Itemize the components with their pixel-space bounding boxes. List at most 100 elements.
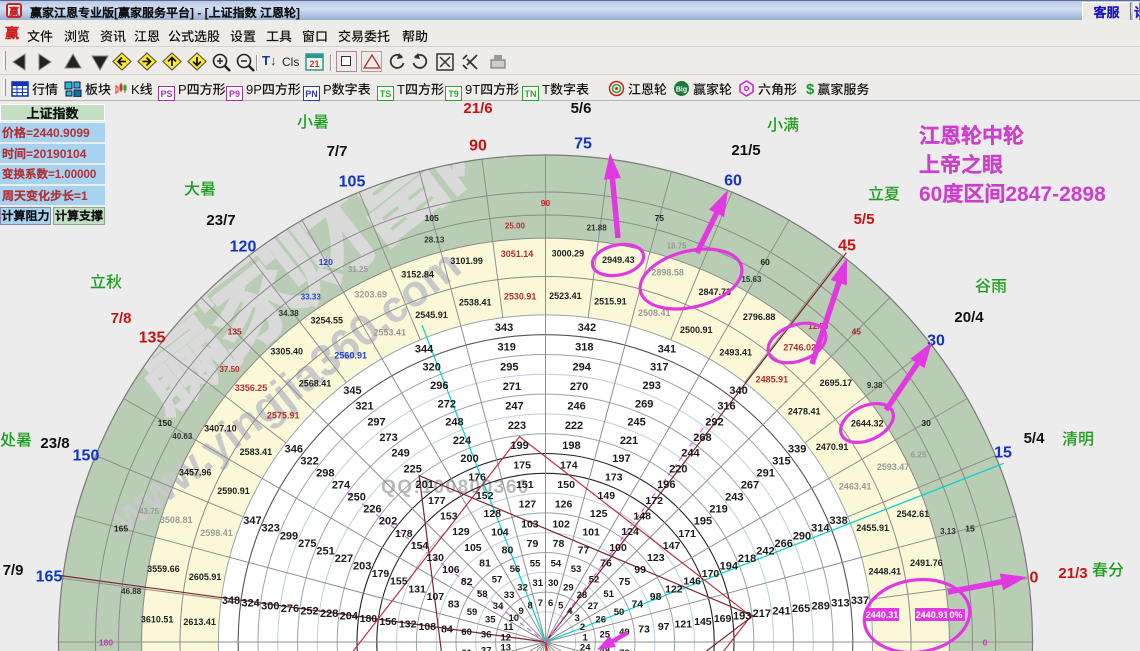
svg-text:151: 151 (516, 479, 534, 491)
svg-text:147: 147 (663, 540, 681, 552)
svg-text:178: 178 (395, 528, 413, 540)
svg-text:276: 276 (281, 603, 299, 615)
svg-text:46.88: 46.88 (121, 587, 142, 596)
svg-text:345: 345 (343, 385, 361, 397)
svg-text:267: 267 (741, 480, 759, 492)
svg-text:大暑: 大暑 (184, 176, 216, 200)
svg-text:小满: 小满 (767, 112, 799, 136)
svg-text:60: 60 (724, 173, 742, 190)
svg-text:60: 60 (760, 257, 770, 267)
svg-text:0: 0 (983, 638, 988, 648)
svg-text:196: 196 (657, 479, 675, 491)
svg-text:2598.41: 2598.41 (200, 528, 233, 538)
svg-text:76: 76 (600, 558, 612, 570)
svg-text:1: 1 (583, 632, 589, 643)
svg-text:15: 15 (994, 445, 1012, 462)
svg-text:269: 269 (635, 398, 653, 410)
svg-text:5/6: 5/6 (571, 101, 592, 117)
svg-text:2796.88: 2796.88 (743, 312, 776, 322)
svg-text:21: 21 (309, 59, 319, 69)
svg-text:9: 9 (518, 606, 523, 617)
svg-text:75: 75 (655, 213, 665, 223)
svg-text:2545.91: 2545.91 (415, 310, 448, 320)
svg-text:251: 251 (316, 545, 334, 557)
svg-text:4: 4 (567, 606, 573, 617)
svg-text:268: 268 (693, 432, 711, 444)
svg-text:318: 318 (575, 342, 593, 354)
svg-text:2898.58: 2898.58 (651, 268, 684, 278)
svg-text:83: 83 (448, 599, 460, 611)
svg-text:130: 130 (426, 552, 444, 564)
svg-text:124: 124 (621, 526, 639, 538)
svg-text:249: 249 (391, 448, 409, 460)
svg-text:60: 60 (461, 627, 472, 638)
svg-text:195: 195 (694, 516, 712, 528)
svg-text:165: 165 (36, 569, 63, 586)
svg-text:348: 348 (222, 595, 240, 607)
svg-text:2523.41: 2523.41 (549, 291, 582, 301)
svg-text:2583.41: 2583.41 (240, 447, 273, 457)
svg-text:98: 98 (650, 591, 662, 603)
svg-text:57: 57 (492, 574, 503, 585)
svg-text:131: 131 (408, 583, 426, 595)
svg-text:177: 177 (428, 495, 446, 507)
svg-text:315: 315 (772, 456, 790, 468)
svg-text:18.75: 18.75 (667, 242, 688, 251)
svg-text:146: 146 (683, 576, 701, 588)
svg-text:60度区间2847-2898: 60度区间2847-2898 (919, 178, 1106, 208)
svg-text:2613.41: 2613.41 (183, 617, 216, 627)
svg-text:295: 295 (500, 361, 518, 373)
svg-text:13: 13 (501, 643, 512, 651)
svg-text:201: 201 (416, 479, 434, 491)
svg-text:0: 0 (1030, 570, 1039, 587)
svg-text:173: 173 (605, 472, 623, 484)
svg-text:3457.96: 3457.96 (179, 468, 212, 478)
svg-text:54: 54 (551, 559, 562, 570)
svg-text:101: 101 (582, 526, 600, 538)
svg-text:清明: 清明 (1062, 426, 1094, 450)
svg-text:3.13: 3.13 (940, 527, 956, 536)
svg-text:248: 248 (445, 417, 463, 429)
svg-text:129: 129 (452, 526, 470, 538)
svg-text:80: 80 (502, 545, 514, 557)
svg-text:338: 338 (829, 515, 847, 527)
svg-text:2440.31: 2440.31 (866, 610, 899, 620)
svg-text:58: 58 (477, 589, 488, 600)
svg-text:2560.91: 2560.91 (334, 350, 367, 360)
svg-text:319: 319 (498, 342, 516, 354)
svg-text:222: 222 (565, 420, 583, 432)
svg-text:220: 220 (669, 463, 687, 475)
svg-text:45: 45 (852, 327, 862, 337)
svg-text:QQ:100800360: QQ:100800360 (381, 477, 530, 498)
svg-text:2542.61: 2542.61 (897, 509, 930, 519)
svg-text:265: 265 (792, 603, 810, 615)
svg-text:122: 122 (665, 583, 683, 595)
svg-text:174: 174 (560, 459, 578, 471)
svg-text:226: 226 (363, 504, 381, 516)
svg-text:20/4: 20/4 (954, 309, 984, 326)
svg-text:165: 165 (114, 524, 128, 534)
svg-text:26: 26 (595, 615, 606, 626)
svg-text:135: 135 (228, 327, 242, 337)
svg-text:36: 36 (481, 630, 492, 641)
svg-text:203: 203 (353, 561, 371, 573)
svg-text:2515.91: 2515.91 (594, 297, 627, 307)
svg-text:175: 175 (513, 459, 531, 471)
svg-text:274: 274 (332, 480, 351, 492)
svg-text:31.25: 31.25 (348, 265, 369, 274)
svg-text:31: 31 (532, 578, 543, 589)
svg-text:227: 227 (335, 553, 353, 565)
svg-text:225: 225 (404, 463, 422, 475)
svg-text:156: 156 (379, 616, 397, 628)
svg-text:34: 34 (493, 601, 504, 612)
svg-text:154: 154 (411, 540, 429, 552)
svg-text:3356.25: 3356.25 (235, 383, 268, 393)
svg-text:29: 29 (563, 582, 574, 593)
svg-text:294: 294 (573, 361, 592, 373)
svg-text:3203.69: 3203.69 (354, 290, 387, 300)
svg-text:2491.76: 2491.76 (910, 558, 943, 568)
svg-text:25.00: 25.00 (505, 222, 526, 231)
svg-text:23/8: 23/8 (40, 435, 69, 452)
svg-text:33: 33 (504, 590, 515, 601)
svg-text:271: 271 (503, 381, 521, 393)
